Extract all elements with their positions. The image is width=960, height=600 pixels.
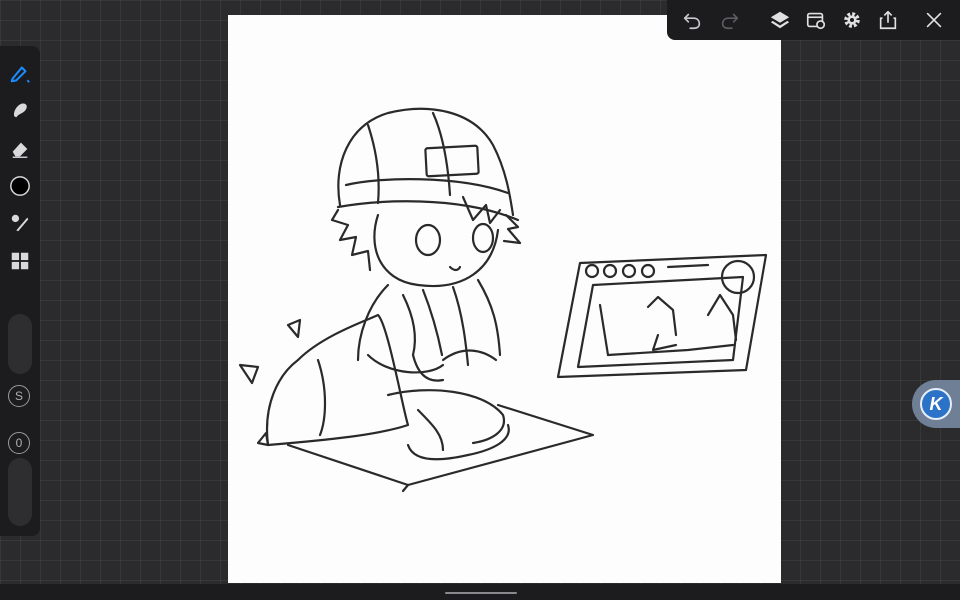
gallery-tool[interactable] [7, 248, 33, 274]
color-swatch-icon [10, 176, 30, 196]
drawing-canvas[interactable] [228, 15, 781, 583]
undo-button[interactable] [680, 8, 704, 32]
gear-icon [844, 12, 860, 28]
assist-button[interactable]: K [912, 380, 960, 428]
layers-icon [770, 11, 790, 29]
opacity-button-label: 0 [15, 436, 23, 450]
smudge-icon [14, 103, 27, 118]
assist-label: K [929, 393, 943, 414]
color-picker[interactable] [7, 173, 33, 199]
import-icon [806, 12, 826, 30]
share-button[interactable] [876, 8, 900, 32]
pen-tool[interactable] [7, 60, 33, 86]
left-toolbar: S 0 [0, 46, 40, 536]
undo-icon [683, 13, 701, 30]
settings-button[interactable] [840, 8, 864, 32]
smudge-tool[interactable] [7, 98, 33, 124]
size-button[interactable]: S [8, 385, 30, 407]
bottom-bar [0, 584, 960, 600]
home-indicator[interactable] [445, 592, 517, 594]
eraser-tool[interactable] [7, 136, 33, 162]
gallery-icon [11, 252, 29, 270]
import-button[interactable] [804, 8, 828, 32]
brush-size-slider[interactable] [8, 314, 32, 374]
brush-library-icon [11, 214, 29, 232]
close-icon [926, 12, 942, 28]
assist-k-icon: K [920, 388, 952, 420]
sketch-artwork [238, 107, 768, 493]
pen-icon [10, 66, 30, 83]
size-button-label: S [14, 389, 23, 403]
opacity-button[interactable]: 0 [8, 432, 30, 454]
layers-button[interactable] [768, 8, 792, 32]
close-button[interactable] [922, 8, 946, 32]
top-toolbar [667, 0, 960, 40]
opacity-slider[interactable] [8, 458, 32, 526]
redo-button[interactable] [718, 8, 742, 32]
eraser-icon [12, 142, 28, 158]
redo-icon [721, 13, 739, 30]
share-icon [879, 10, 897, 30]
brush-library-tool[interactable] [7, 210, 33, 236]
